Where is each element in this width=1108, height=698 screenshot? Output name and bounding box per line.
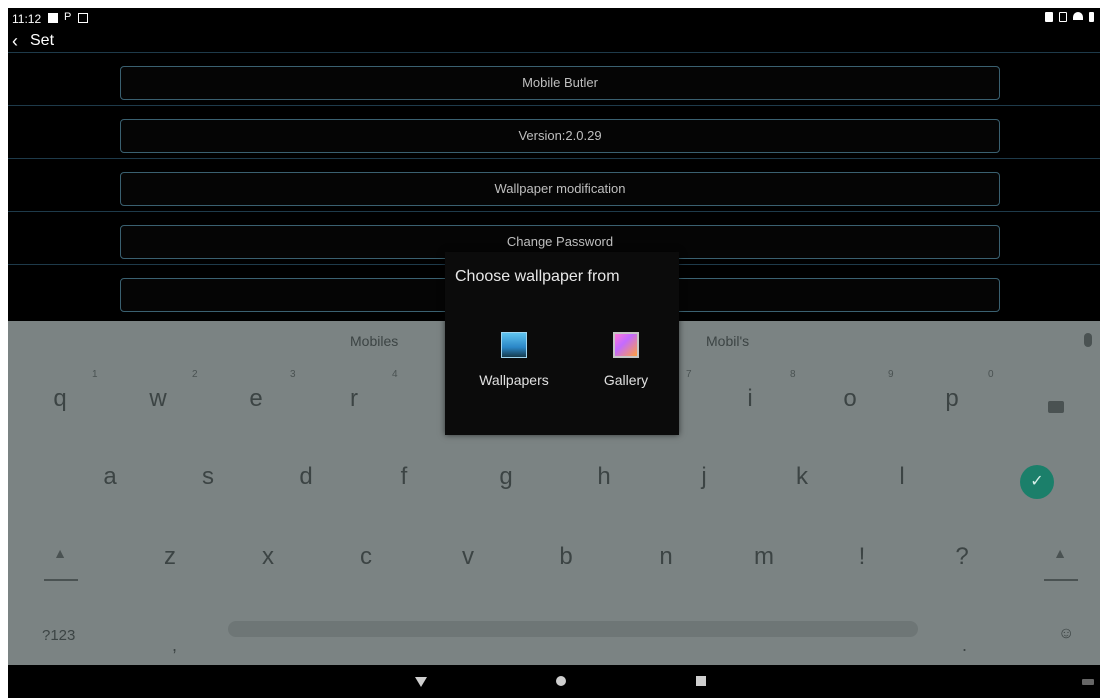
- key-r[interactable]: r: [334, 385, 374, 413]
- back-label[interactable]: Set: [30, 32, 54, 50]
- gallery-option[interactable]: Gallery: [591, 332, 661, 388]
- key-hint: 4: [392, 369, 398, 380]
- space-bar[interactable]: [228, 621, 918, 637]
- keyboard-switch-icon[interactable]: [1082, 679, 1094, 685]
- key-question[interactable]: ?: [942, 543, 982, 571]
- nav-home-icon[interactable]: [556, 676, 566, 686]
- key-c[interactable]: c: [346, 543, 386, 571]
- shift-underline: [1044, 579, 1078, 581]
- wallpaper-modification-button[interactable]: Wallpaper modification: [120, 172, 1000, 206]
- key-m[interactable]: m: [744, 543, 784, 571]
- back-chevron-icon[interactable]: ‹: [12, 30, 18, 52]
- symbols-key[interactable]: ?123: [42, 627, 75, 644]
- key-hint: 9: [888, 369, 894, 380]
- key-hint: 7: [686, 369, 692, 380]
- key-l[interactable]: l: [882, 463, 922, 491]
- backspace-icon[interactable]: [1048, 401, 1064, 413]
- mute-icon: [1059, 12, 1067, 22]
- calendar-icon: [78, 13, 88, 23]
- key-d[interactable]: d: [286, 463, 326, 491]
- title-bar: ‹ Set: [8, 30, 1100, 52]
- key-e[interactable]: e: [236, 385, 276, 413]
- microphone-icon[interactable]: [1084, 333, 1092, 347]
- key-v[interactable]: v: [448, 543, 488, 571]
- version-button[interactable]: Version:2.0.29: [120, 119, 1000, 153]
- key-w[interactable]: w: [138, 385, 178, 413]
- key-p[interactable]: p: [932, 385, 972, 413]
- key-b[interactable]: b: [546, 543, 586, 571]
- device-screen: 11:12 P ‹ Set Mobile Butler Version:2.0.…: [8, 8, 1100, 698]
- shift-underline: [44, 579, 78, 581]
- suggestion-2[interactable]: Mobil's: [706, 333, 749, 349]
- wallpapers-option[interactable]: Wallpapers: [471, 332, 557, 388]
- key-j[interactable]: j: [684, 463, 724, 491]
- period-key[interactable]: .: [962, 635, 967, 656]
- gallery-label: Gallery: [603, 372, 649, 388]
- key-hint: 0: [988, 369, 994, 380]
- key-i[interactable]: i: [730, 385, 770, 413]
- key-q[interactable]: q: [40, 385, 80, 413]
- status-bar: 11:12 P: [8, 8, 1100, 30]
- mobile-butler-button[interactable]: Mobile Butler: [120, 66, 1000, 100]
- status-icons: [1045, 12, 1094, 22]
- navigation-bar: [8, 665, 1100, 698]
- key-hint: 3: [290, 369, 296, 380]
- comma-key[interactable]: ,: [172, 635, 177, 656]
- suggestion-1[interactable]: Mobiles: [350, 333, 398, 349]
- key-o[interactable]: o: [830, 385, 870, 413]
- key-k[interactable]: k: [782, 463, 822, 491]
- notification-icon: [48, 13, 58, 23]
- shift-left-icon[interactable]: ▲: [40, 545, 80, 561]
- key-hint: 8: [790, 369, 796, 380]
- emoji-icon[interactable]: ☺: [1058, 625, 1074, 643]
- key-z[interactable]: z: [150, 543, 190, 571]
- dialog-title: Choose wallpaper from: [455, 268, 620, 285]
- key-hint: 2: [192, 369, 198, 380]
- sim-icon: [1045, 12, 1053, 22]
- nav-recents-icon[interactable]: [696, 676, 706, 686]
- settings-row: Mobile Butler: [8, 52, 1100, 105]
- settings-row: Wallpaper modification: [8, 158, 1100, 211]
- wallpapers-label: Wallpapers: [479, 372, 549, 388]
- wallpapers-icon: [501, 332, 527, 358]
- shift-right-icon[interactable]: ▲: [1040, 545, 1080, 561]
- wifi-icon: [1073, 12, 1083, 20]
- key-s[interactable]: s: [188, 463, 228, 491]
- key-n[interactable]: n: [646, 543, 686, 571]
- settings-row: Version:2.0.29: [8, 105, 1100, 158]
- key-exclamation[interactable]: !: [842, 543, 882, 571]
- done-check-icon[interactable]: ✓: [1020, 465, 1054, 499]
- key-hint: 1: [92, 369, 98, 380]
- choose-wallpaper-dialog: Choose wallpaper from Wallpapers Gallery: [445, 252, 679, 435]
- key-a[interactable]: a: [90, 463, 130, 491]
- key-h[interactable]: h: [584, 463, 624, 491]
- parking-icon: P: [64, 11, 72, 23]
- battery-icon: [1089, 12, 1094, 22]
- key-f[interactable]: f: [384, 463, 424, 491]
- key-x[interactable]: x: [248, 543, 288, 571]
- key-g[interactable]: g: [486, 463, 526, 491]
- nav-back-icon[interactable]: [415, 677, 427, 687]
- gallery-icon: [613, 332, 639, 358]
- status-time: 11:12: [12, 12, 42, 26]
